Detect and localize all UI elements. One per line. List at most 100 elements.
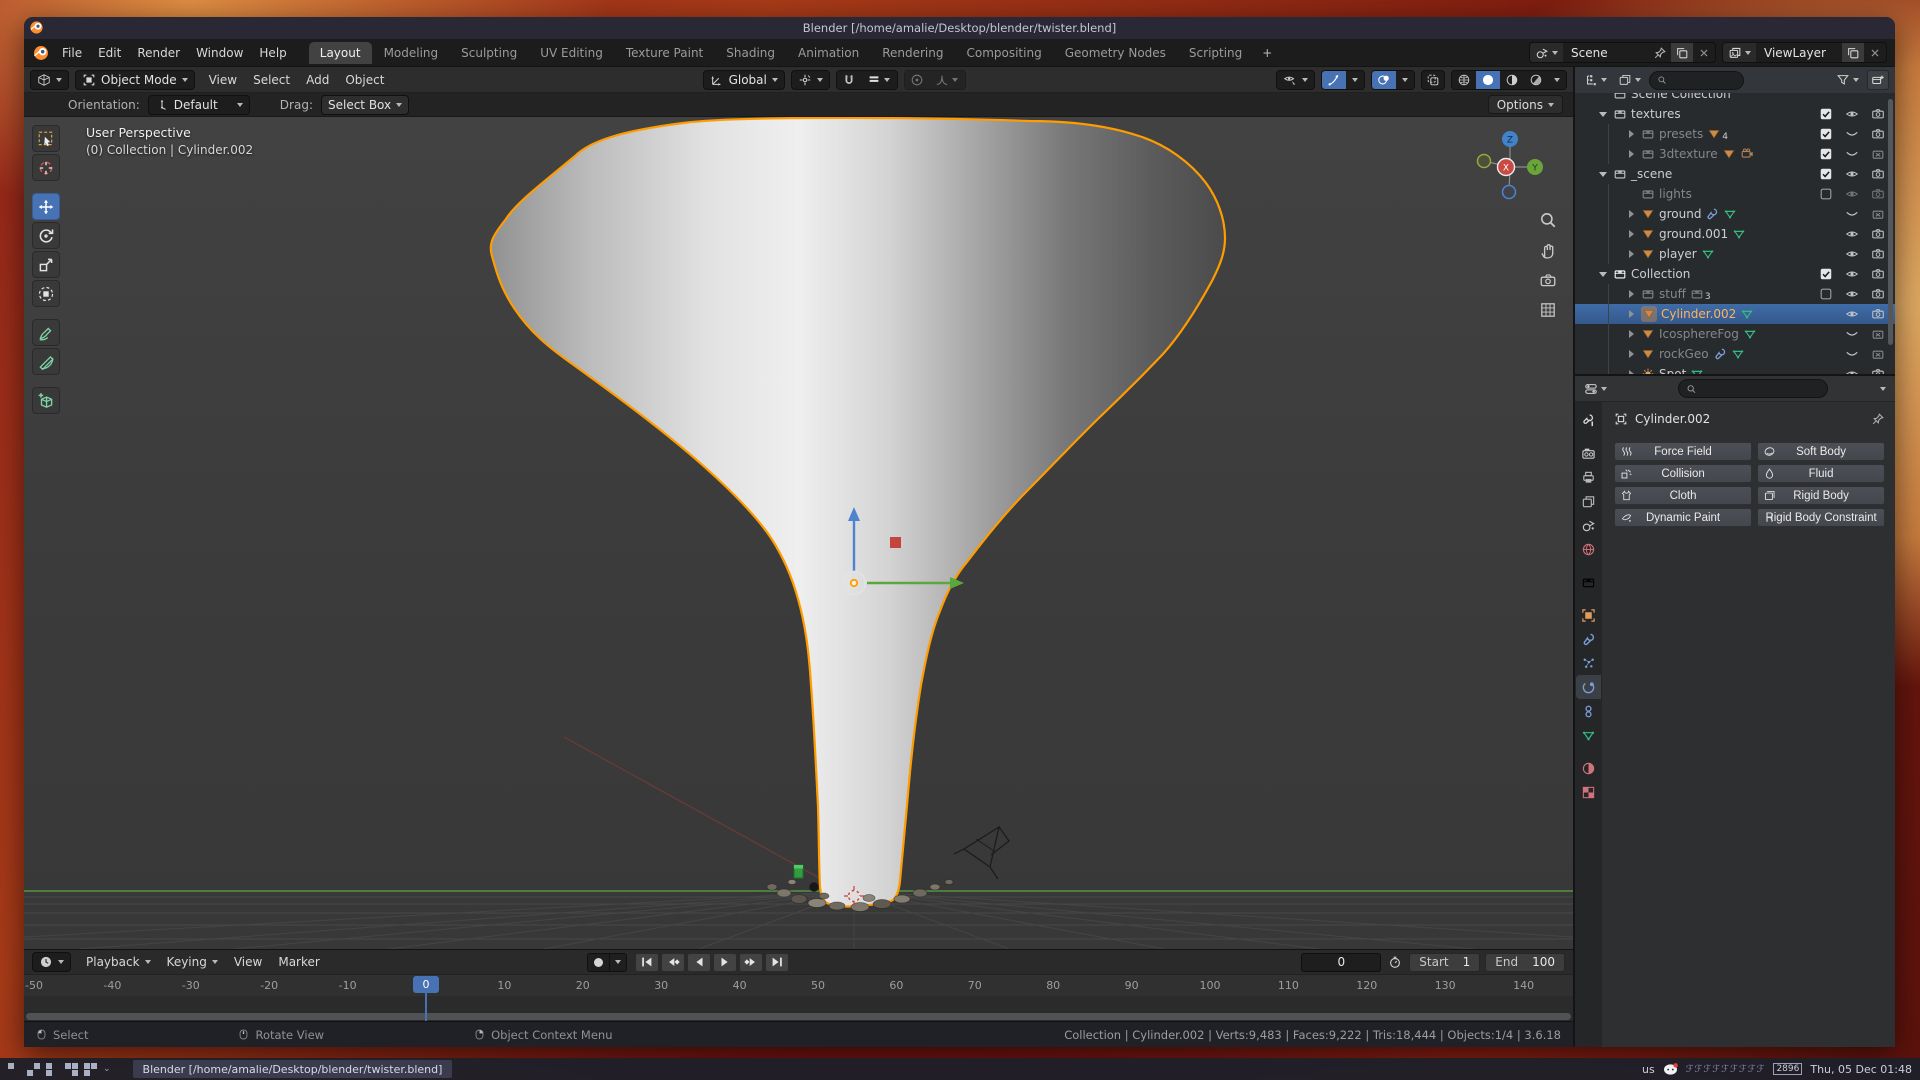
visibility-eye-toggle[interactable] (1841, 247, 1863, 261)
pivot-point-dropdown[interactable] (791, 70, 830, 90)
workspace-tab-modeling[interactable]: Modeling (373, 42, 450, 64)
render-camera-toggle[interactable] (1867, 167, 1889, 181)
outliner-row-lights[interactable]: lights (1575, 184, 1895, 204)
outliner-search[interactable] (1649, 71, 1744, 90)
navigation-gizmo[interactable]: Z Y X (1471, 123, 1549, 203)
soft-body-button[interactable]: Soft Body (1757, 442, 1885, 461)
transform-orientation-dropdown[interactable]: Global (703, 70, 785, 90)
expander-icon[interactable] (1625, 150, 1637, 158)
camera-view-icon[interactable] (1539, 271, 1557, 289)
render-camera-toggle[interactable] (1867, 147, 1889, 161)
jump-start-button[interactable] (635, 953, 659, 972)
workspace-1-icon[interactable] (8, 1063, 21, 1076)
expander-icon[interactable] (1625, 250, 1637, 258)
timeline-scrollbar[interactable] (26, 1013, 1571, 1020)
gizmos-dropdown[interactable] (1346, 71, 1364, 89)
add-workspace-button[interactable]: + (1254, 44, 1280, 62)
visibility-eye-toggle[interactable] (1841, 127, 1863, 141)
outliner-row-textures[interactable]: textures (1575, 104, 1895, 124)
properties-tab-constraints[interactable] (1576, 699, 1601, 723)
tool-add-cube[interactable] (32, 387, 60, 414)
outliner-display-mode-dropdown[interactable] (1581, 70, 1610, 90)
expander-icon[interactable] (1625, 310, 1637, 318)
visibility-eye-toggle[interactable] (1841, 267, 1863, 281)
viewport-menu-view[interactable]: View (201, 70, 245, 90)
timeline-ruler[interactable]: -50-40-30-20-101020304050607080901001101… (24, 974, 1573, 996)
properties-tab-object-data[interactable] (1576, 723, 1601, 747)
gizmo-y-arrow[interactable] (950, 577, 964, 589)
workspace-tab-compositing[interactable]: Compositing (955, 42, 1052, 64)
workspace-tab-geometry-nodes[interactable]: Geometry Nodes (1054, 42, 1177, 64)
visibility-eye-toggle[interactable] (1841, 207, 1863, 221)
properties-search-input[interactable] (1701, 382, 1820, 396)
outliner-scrollbar[interactable] (1888, 99, 1893, 366)
expander-icon[interactable] (1625, 130, 1637, 138)
expander-icon[interactable] (1597, 112, 1609, 117)
proportional-edit-toggle[interactable] (905, 71, 929, 89)
prev-key-button[interactable] (661, 953, 685, 972)
render-camera-toggle[interactable] (1867, 107, 1889, 121)
menu-file[interactable]: File (54, 43, 90, 63)
tornado-funnel-mesh[interactable] (491, 118, 1225, 907)
timeline-menu-marker[interactable]: Marker (271, 952, 326, 972)
snap-target-dropdown[interactable] (861, 71, 897, 89)
properties-tab-object[interactable] (1576, 603, 1601, 627)
shading-rendered-button[interactable] (1524, 71, 1548, 89)
timeline-menu-view[interactable]: View (227, 952, 269, 972)
viewlayer-name[interactable]: ViewLayer (1756, 46, 1842, 60)
axis-minus-x-ball[interactable] (1478, 155, 1491, 168)
shading-wireframe-button[interactable] (1452, 71, 1476, 89)
new-scene-button[interactable] (1671, 43, 1693, 62)
scene-browse-button[interactable] (1530, 43, 1563, 62)
visibility-eye-toggle[interactable] (1841, 367, 1863, 374)
properties-tab-output[interactable] (1576, 465, 1601, 489)
properties-search[interactable] (1678, 379, 1828, 398)
pin-icon[interactable] (1871, 412, 1885, 426)
editor-type-button[interactable] (30, 70, 69, 90)
grid-ortho-icon[interactable] (1539, 301, 1557, 319)
render-camera-toggle[interactable] (1867, 207, 1889, 221)
taskbar-window-entry[interactable]: Blender [/home/amalie/Desktop/blender/tw… (133, 1060, 453, 1078)
checkbox-toggle[interactable] (1815, 107, 1837, 121)
outliner-filter-dropdown[interactable] (1833, 70, 1862, 90)
playhead-line[interactable] (425, 993, 427, 1021)
properties-tab-particles[interactable] (1576, 651, 1601, 675)
shading-solid-button[interactable] (1476, 71, 1500, 89)
remove-viewlayer-button[interactable] (1864, 43, 1886, 62)
render-camera-toggle[interactable] (1867, 187, 1889, 201)
visibility-eye-toggle[interactable] (1841, 307, 1863, 321)
viewlayer-browse-button[interactable] (1723, 43, 1756, 62)
properties-tab-texture[interactable] (1576, 780, 1601, 804)
checkbox-toggle[interactable] (1815, 287, 1837, 301)
outliner-row-spot[interactable]: Spot (1575, 364, 1895, 374)
breadcrumb-object-name[interactable]: Cylinder.002 (1635, 412, 1710, 426)
render-camera-toggle[interactable] (1867, 347, 1889, 361)
mode-dropdown[interactable]: Object Mode (75, 70, 195, 90)
tool-scale[interactable] (32, 251, 60, 278)
tool-annotate[interactable] (32, 319, 60, 346)
zoom-icon[interactable] (1539, 211, 1557, 229)
workspace-tab-texture-paint[interactable]: Texture Paint (615, 42, 714, 64)
properties-options-dropdown[interactable] (1877, 379, 1889, 399)
snap-toggle[interactable] (837, 71, 861, 89)
expander-icon[interactable] (1625, 230, 1637, 238)
camera-object[interactable] (954, 827, 1009, 879)
unlink-scene-button[interactable] (1693, 43, 1715, 62)
shading-material-button[interactable] (1500, 71, 1524, 89)
timeline-editor-type-button[interactable] (32, 952, 71, 972)
outliner-row-collection[interactable]: Collection (1575, 264, 1895, 284)
visibility-eye-toggle[interactable] (1841, 287, 1863, 301)
viewport-canvas[interactable]: User Perspective (0) Collection | Cylind… (24, 117, 1573, 949)
play-reverse-button[interactable] (687, 953, 711, 972)
cloth-button[interactable]: Cloth (1614, 486, 1752, 505)
workspace-2-icon[interactable] (27, 1063, 40, 1076)
taskbar-expand-icon[interactable]: ⌄ (103, 1064, 111, 1074)
frame-start-field[interactable]: Start 1 (1409, 953, 1480, 972)
workspace-tab-shading[interactable]: Shading (715, 42, 786, 64)
stopwatch-icon[interactable] (1388, 955, 1402, 969)
playhead-badge[interactable]: 0 (413, 976, 439, 993)
drag-value-dropdown[interactable]: Select Box (321, 95, 409, 115)
outliner-row-stuff[interactable]: stuff3 (1575, 284, 1895, 304)
workspace-3-icon[interactable] (46, 1063, 59, 1076)
render-camera-toggle[interactable] (1867, 327, 1889, 341)
